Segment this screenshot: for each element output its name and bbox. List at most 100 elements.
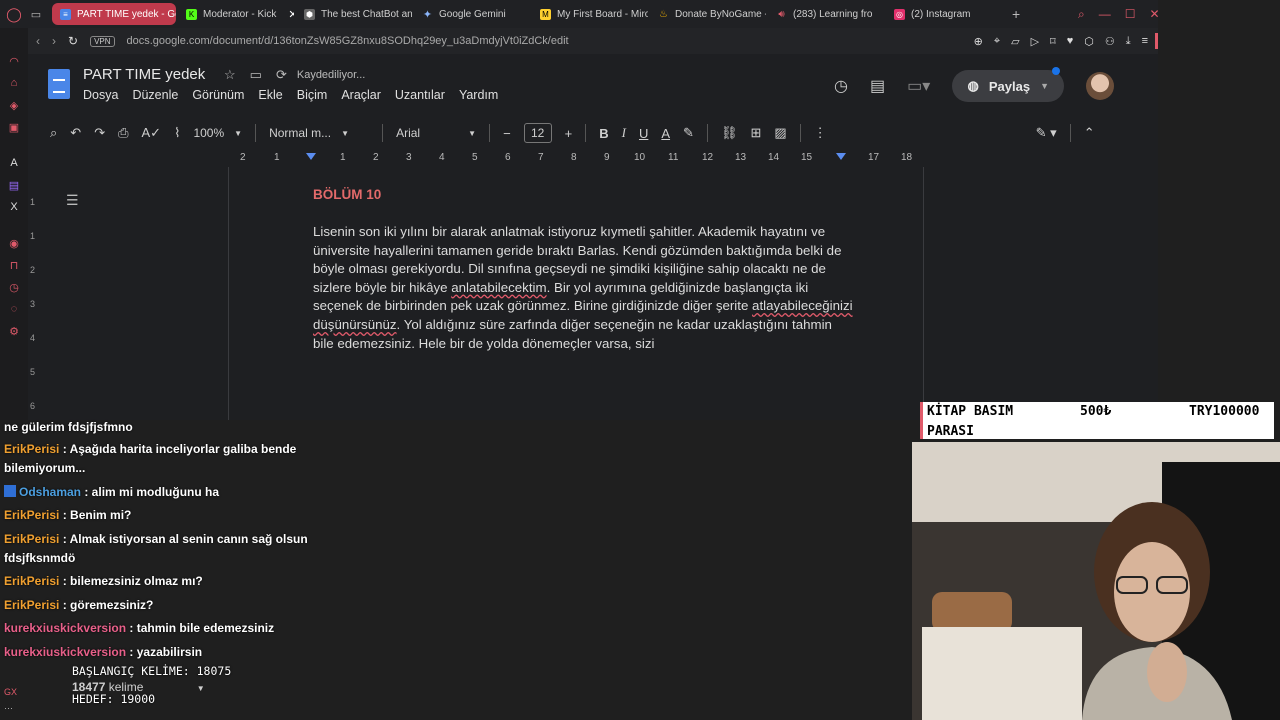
spelling-error[interactable]: atlayabileceğinizi xyxy=(752,298,853,313)
zoom-icon[interactable]: ⊕ xyxy=(974,35,983,48)
vpn-badge[interactable]: VPN xyxy=(90,35,115,47)
settings-icon[interactable]: ⚙ xyxy=(7,324,21,338)
menu-edit[interactable]: Düzenle xyxy=(132,88,178,102)
maximize-icon[interactable]: ☐ xyxy=(1125,7,1136,21)
tab-donate[interactable]: ♨ Donate ByNoGame - Ç xyxy=(650,3,766,25)
comments-icon[interactable]: ▤ xyxy=(870,76,885,96)
document-outline-icon[interactable]: ☰ xyxy=(66,192,79,209)
spellcheck-icon[interactable]: A✓ xyxy=(142,125,162,141)
close-window-icon[interactable]: ✕ xyxy=(1150,7,1160,21)
snapshot-icon[interactable]: ⌖ xyxy=(994,35,1000,48)
search-icon[interactable]: ⌕ xyxy=(50,125,57,141)
close-tab-icon[interactable]: ✕ xyxy=(288,8,294,21)
menu-file[interactable]: Dosya xyxy=(83,88,118,102)
tab-gemini[interactable]: ✦ Google Gemini xyxy=(414,3,530,25)
x-icon[interactable]: X xyxy=(7,200,21,214)
speed-dial-icon[interactable]: ◠ xyxy=(7,54,21,68)
camera-icon[interactable]: ⌑ xyxy=(1050,35,1056,48)
menu-tools[interactable]: Araçlar xyxy=(341,88,381,102)
paint-format-icon[interactable]: ⌇ xyxy=(174,125,180,141)
chat-username: Odshaman xyxy=(19,485,82,499)
link-icon[interactable]: ⛓ xyxy=(721,125,738,141)
document-page[interactable]: BÖLÜM 10 Lisenin son iki yılını bir alar… xyxy=(228,167,924,420)
menu-extensions[interactable]: Uzantılar xyxy=(395,88,445,102)
tab-chatbot[interactable]: ⬢ The best ChatBot and xyxy=(296,3,412,25)
star-icon[interactable]: ☆ xyxy=(224,67,236,83)
more-dots-icon[interactable]: ··· xyxy=(4,700,17,716)
tab-docs[interactable]: ≡ PART TIME yedek - Goog xyxy=(52,3,176,25)
tab-instagram[interactable]: ◎ (2) Instagram xyxy=(886,3,1002,25)
zoom-select[interactable]: 100% ▼ xyxy=(193,126,242,140)
menu-help[interactable]: Yardım xyxy=(459,88,498,102)
back-icon[interactable]: ‹ xyxy=(36,34,40,48)
share-button[interactable]: ◍ Paylaş ▼ xyxy=(952,67,1065,102)
chat-message: kurekxiuskickversion : tahmin bile edeme… xyxy=(4,619,319,638)
font-select[interactable]: Arial ▼ xyxy=(396,126,476,140)
increase-size-icon[interactable]: + xyxy=(565,126,573,141)
font-size-input[interactable]: 12 xyxy=(523,123,552,143)
pin-icon[interactable]: ⊓ xyxy=(7,258,21,272)
move-folder-icon[interactable]: ▭ xyxy=(250,67,262,83)
redo-icon[interactable]: ↷ xyxy=(94,125,105,141)
tab-kick[interactable]: K Moderator - Kick ✕ xyxy=(178,3,294,25)
ai-icon[interactable]: A xyxy=(7,156,21,170)
ruler-tick: 8 xyxy=(571,152,577,163)
right-indent-marker-icon[interactable] xyxy=(836,153,846,160)
chat-message: Odshaman : alim mi modluğunu ha xyxy=(4,483,319,502)
gx-icon[interactable]: GX xyxy=(4,684,17,700)
heart-icon[interactable]: ♥ xyxy=(1067,35,1074,47)
bag-icon[interactable]: ⌂ xyxy=(7,76,21,90)
menu-icon[interactable]: ≡ xyxy=(1142,35,1148,47)
word-count-popup[interactable]: 18477 kelime ▼ xyxy=(72,680,205,694)
underline-icon[interactable]: U xyxy=(639,126,648,141)
document-title[interactable]: PART TIME yedek xyxy=(83,66,205,83)
meet-icon[interactable]: ▭▾ xyxy=(907,76,930,96)
tab-youtube[interactable]: 🔊︎ (283) Learning fro xyxy=(768,3,884,25)
search-tabs-icon[interactable]: ⌕ xyxy=(1078,7,1085,22)
bookmark-icon[interactable]: ▱ xyxy=(1011,35,1019,48)
new-tab-button[interactable]: + xyxy=(1004,3,1028,25)
menu-format[interactable]: Biçim xyxy=(297,88,328,102)
messenger-icon[interactable]: ◈ xyxy=(7,98,21,112)
spelling-error[interactable]: anlatabilecektim xyxy=(451,280,546,295)
menu-view[interactable]: Görünüm xyxy=(192,88,244,102)
version-history-icon[interactable]: ◷ xyxy=(834,76,848,96)
undo-icon[interactable]: ↶ xyxy=(70,125,81,141)
url-field[interactable]: docs.google.com/document/d/136tonZsW85GZ… xyxy=(127,35,569,47)
print-icon[interactable]: ⎙ xyxy=(118,125,128,141)
spelling-error[interactable]: düşünürsünüz xyxy=(313,317,397,332)
more-icon[interactable]: ⋮ xyxy=(814,125,827,141)
play-icon[interactable]: ▷ xyxy=(1031,35,1039,48)
collapse-menu-icon[interactable]: ⌃ xyxy=(1084,125,1095,141)
twitch-icon[interactable]: ▤ xyxy=(7,178,21,192)
wallet-icon[interactable]: ◌ xyxy=(7,302,21,316)
style-select[interactable]: Normal m... ▼ xyxy=(269,126,369,140)
decrease-size-icon[interactable]: − xyxy=(503,126,511,141)
menu-insert[interactable]: Ekle xyxy=(258,88,282,102)
chevron-down-icon[interactable]: ▼ xyxy=(197,684,205,693)
editing-mode-icon[interactable]: ✎ ▾ xyxy=(1036,125,1057,141)
zoom-value: 100% xyxy=(193,126,225,140)
tab-miro[interactable]: M My First Board - Miro xyxy=(532,3,648,25)
minimize-icon[interactable]: — xyxy=(1099,7,1111,21)
italic-icon[interactable]: I xyxy=(622,125,626,141)
indent-marker-icon[interactable] xyxy=(306,153,316,160)
text-color-icon[interactable]: A xyxy=(661,126,670,141)
forward-icon[interactable]: › xyxy=(52,34,56,48)
player-icon[interactable]: ◉ xyxy=(7,236,21,250)
insert-image-icon[interactable]: ▨ xyxy=(774,125,786,141)
extensions-icon[interactable]: ⬡ xyxy=(1084,35,1094,48)
tab-islands-icon[interactable]: ▭ xyxy=(22,0,50,28)
reload-icon[interactable]: ↻ xyxy=(68,34,78,48)
chevron-down-icon[interactable]: ▼ xyxy=(1040,81,1049,91)
highlight-icon[interactable]: ✎ xyxy=(683,125,694,141)
docs-logo-icon[interactable] xyxy=(48,69,70,99)
bold-icon[interactable]: B xyxy=(599,126,608,141)
account-icon[interactable]: ⚇ xyxy=(1105,35,1115,48)
history-icon[interactable]: ◷ xyxy=(7,280,21,294)
add-comment-icon[interactable]: ⊞ xyxy=(750,125,761,141)
download-icon[interactable]: ⤓ xyxy=(1126,35,1131,48)
video-icon[interactable]: ▣ xyxy=(7,120,21,134)
avatar[interactable] xyxy=(1086,72,1115,100)
body-paragraph[interactable]: Lisenin son iki yılını bir alarak anlatm… xyxy=(313,223,853,353)
